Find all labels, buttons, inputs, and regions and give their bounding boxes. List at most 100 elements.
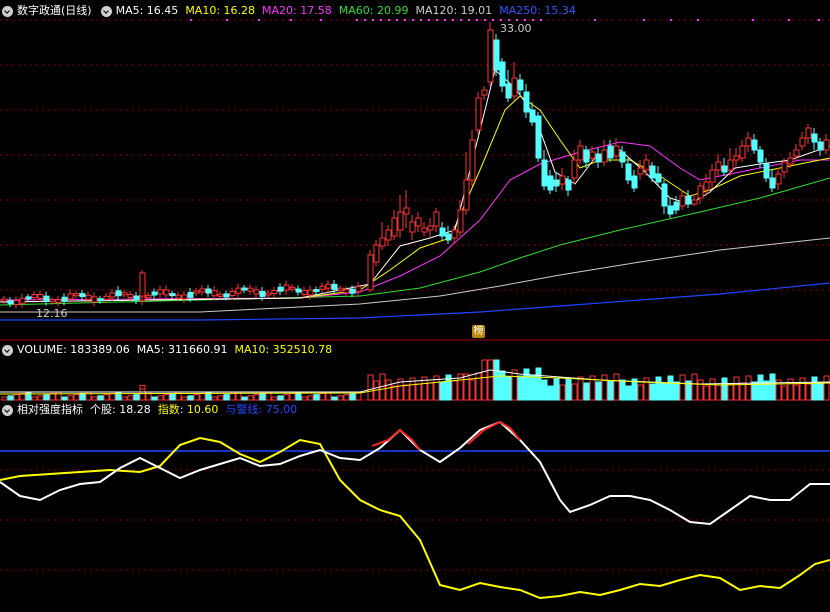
candle: [403, 190, 410, 228]
volume-bar: [823, 375, 830, 401]
chevron-down-icon[interactable]: [2, 5, 13, 17]
signal-dot: [460, 19, 462, 21]
volume-bar: [1, 396, 8, 401]
candle: [1, 296, 8, 304]
candle-body: [205, 288, 212, 294]
candle-body: [529, 109, 536, 123]
candle-body: [319, 285, 326, 290]
volume-bars: [0, 359, 830, 401]
candle: [631, 170, 638, 192]
candle: [595, 148, 602, 168]
candle: [13, 296, 20, 309]
candle: [121, 289, 128, 298]
candle-body: [763, 163, 770, 179]
candle-body: [445, 233, 452, 241]
candle: [133, 292, 140, 305]
candle-body: [385, 229, 392, 241]
candle-body: [151, 291, 158, 296]
volume-bar: [565, 377, 572, 401]
signal-dot: [524, 19, 526, 21]
candle-body: [127, 293, 134, 298]
candle: [169, 290, 176, 299]
candle-body: [7, 300, 14, 305]
stock-line: [0, 420, 830, 526]
candle-body: [565, 179, 572, 191]
candle: [319, 282, 326, 293]
candle: [661, 180, 668, 214]
signal-dot: [444, 19, 446, 21]
volume-bar: [121, 396, 128, 401]
volume-bar: [79, 392, 86, 401]
candle-body: [499, 61, 506, 87]
volume-bar: [529, 374, 536, 401]
candle-body: [607, 145, 614, 159]
index-line: [0, 436, 830, 600]
candle-body: [433, 211, 440, 227]
chevron-down-icon[interactable]: [2, 404, 13, 416]
candle-body: [181, 294, 188, 300]
candle: [313, 286, 320, 295]
candle: [655, 166, 662, 186]
candle: [601, 140, 608, 166]
candle: [385, 225, 392, 246]
chevron-down-icon[interactable]: [100, 5, 112, 17]
candle: [637, 160, 644, 180]
volume-bar: [517, 375, 524, 401]
candle: [373, 240, 380, 266]
chevron-down-icon[interactable]: [2, 344, 13, 356]
candle-body: [733, 155, 740, 161]
candle-body: [595, 153, 602, 163]
volume-bar: [709, 378, 716, 401]
candle: [691, 194, 698, 206]
candle-body: [373, 244, 380, 263]
list-badge[interactable]: 榜: [472, 325, 485, 338]
volume-bar: [241, 396, 248, 401]
candle: [397, 195, 404, 238]
volume-bar: [661, 382, 668, 401]
indicator-legend: 个股: 18.28 指数: 10.60 与警线: 75.00: [90, 402, 304, 418]
signal-dot: [190, 19, 192, 21]
volume-bar: [319, 392, 326, 401]
volume-bar: [679, 374, 686, 401]
signal-dot: [420, 19, 422, 21]
candle: [541, 150, 548, 190]
candle-body: [493, 39, 500, 71]
candle: [271, 287, 278, 298]
volume-bar: [31, 396, 38, 401]
volume-bar: [307, 395, 314, 401]
candle: [775, 168, 782, 190]
candle-body: [217, 293, 224, 297]
indicator-name: 相对强度指标: [17, 403, 83, 416]
candle-body: [673, 201, 680, 211]
candle-body: [241, 287, 248, 291]
candle-body: [409, 221, 416, 233]
candle-body: [415, 217, 422, 227]
candle-body: [793, 149, 800, 157]
volume-bar: [25, 391, 32, 401]
candle-body: [799, 137, 806, 147]
candle-body: [571, 159, 578, 179]
candle: [739, 140, 746, 162]
signal-dot: [752, 19, 754, 21]
volume-bar: [217, 395, 224, 401]
signal-dot: [388, 19, 390, 21]
candle-body: [163, 289, 170, 296]
candle: [715, 154, 722, 176]
candle: [295, 285, 302, 296]
volume-bar: [805, 383, 812, 401]
legend-item: MA5: 311660.91: [136, 343, 228, 356]
signal-dot: [697, 19, 699, 21]
volume-bar: [799, 377, 806, 401]
candle-body: [199, 288, 206, 293]
candle: [679, 190, 686, 210]
candle: [823, 134, 830, 154]
volume-bar: [301, 396, 308, 401]
candle-body: [283, 284, 290, 291]
candle-body: [655, 173, 662, 183]
volume-bar: [385, 379, 392, 401]
volume-bar: [253, 394, 260, 401]
signal-dot: [364, 19, 366, 21]
candle-body: [559, 175, 566, 185]
signal-dot: [290, 19, 292, 21]
candle: [577, 140, 584, 164]
